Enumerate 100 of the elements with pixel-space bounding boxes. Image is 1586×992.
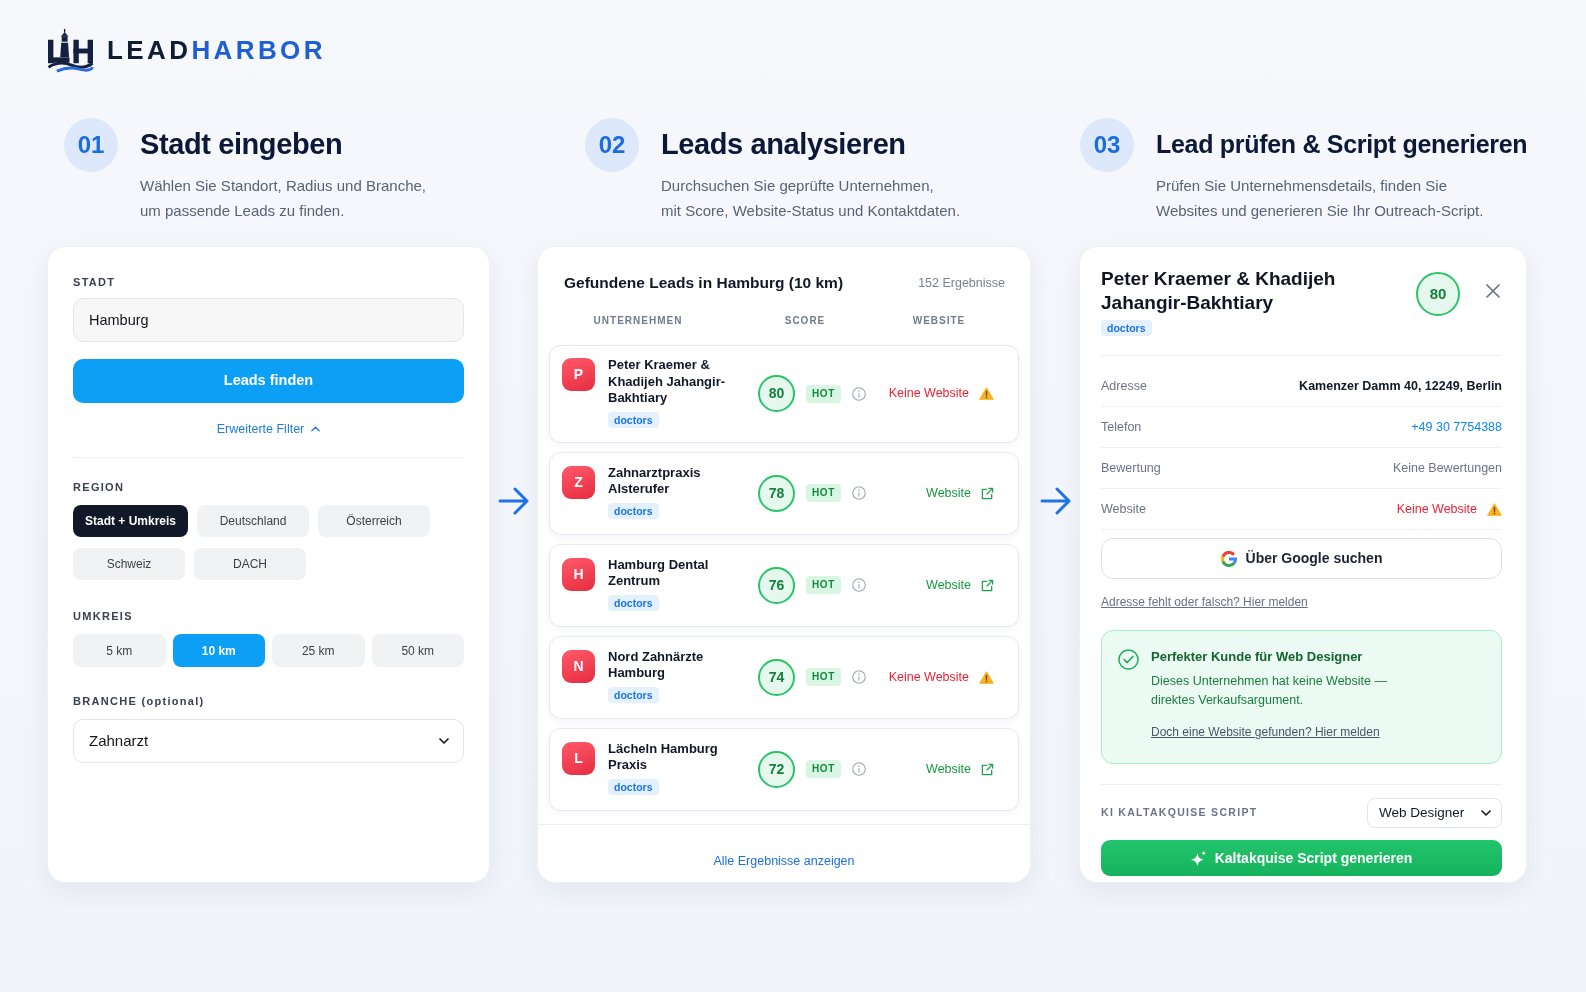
step-title: Leads analysieren [661, 127, 907, 162]
field-label: UMKREIS [73, 609, 134, 623]
step-number: 02 [585, 118, 639, 172]
region-option[interactable]: Schweiz [73, 548, 185, 580]
show-all-link[interactable]: Alle Ergebnisse anzeigen [713, 852, 855, 869]
results-count: 152 Ergebnisse [918, 274, 1005, 292]
category-tag: doctors [608, 594, 659, 611]
field-label: Bewertung [1101, 459, 1161, 477]
report-link[interactable]: Adresse fehlt oder falsch? Hier melden [1101, 594, 1308, 610]
company-name: Peter Kraemer & Khadijeh Jahangir-Bakhtiary [608, 357, 727, 407]
website-status: Keine Website [888, 385, 969, 403]
external-link-icon [981, 486, 994, 500]
lead-row[interactable]: N Nord Zahnärzte Hamburg doctors 74 HOT Keine Website [549, 635, 1019, 719]
google-search-button[interactable]: Über Google suchen [1101, 538, 1502, 579]
field-label: REGION [73, 480, 126, 494]
external-link-icon [981, 762, 994, 776]
region-option[interactable]: Deutschland [197, 505, 310, 537]
close-button[interactable] [1486, 284, 1500, 298]
company-name: Lächeln Hamburg Praxis [608, 740, 719, 774]
column-header: WEBSITE [911, 314, 967, 328]
website-link[interactable]: Website [926, 759, 971, 779]
recommendation-text: Dieses Unternehmen hat keine Website — direktes Verkaufsargument. [1151, 673, 1387, 709]
info-icon [851, 578, 866, 592]
category-tag: doctors [608, 778, 659, 795]
category-tag: doctors [608, 686, 659, 703]
category-tag: doctors [608, 411, 659, 428]
score-indicator: 78 [758, 474, 795, 512]
report-link[interactable]: Doch eine Website gefunden? Hier melden [1151, 724, 1380, 740]
score-indicator: 76 [758, 566, 795, 604]
check-circle-icon [1118, 649, 1139, 670]
advanced-filters-toggle[interactable]: Erweiterte Filter [216, 420, 321, 438]
warning-icon [979, 670, 994, 684]
avatar-initial: N [562, 649, 595, 683]
hot-badge: HOT [806, 484, 841, 502]
step-title: Lead prüfen & Script generieren [1156, 129, 1528, 160]
hot-badge: HOT [806, 760, 841, 778]
lighthouse-logo-icon [47, 27, 94, 73]
step-description: Durchsuchen Sie geprüfte Unternehmen, mit Score, Website-Status und Kontaktdaten. [661, 176, 961, 221]
company-name: Zahnarztpraxis Alsterufer [608, 464, 702, 498]
avatar-initial: P [562, 358, 595, 391]
step-title: Stadt eingeben [140, 127, 344, 162]
close-icon [1486, 284, 1500, 298]
g-logo-icon [1220, 550, 1237, 567]
company-name: Hamburg Dental Zentrum [608, 556, 710, 590]
score-indicator: 72 [758, 750, 795, 788]
info-icon [851, 670, 866, 684]
website-link[interactable]: Website [926, 483, 971, 503]
radius-option[interactable]: 50 km [371, 634, 464, 667]
sparkle-icon [1190, 850, 1206, 866]
field-label: BRANCHE (optional) [73, 694, 206, 708]
column-header: UNTERNEHMEN [592, 314, 684, 328]
lead-row[interactable]: P Peter Kraemer & Khadijeh Jahangir-Bakhtiary doctors 80 HOT Keine Website [549, 345, 1019, 443]
category-tag: doctors [1101, 320, 1152, 336]
region-option[interactable]: Stadt + Umkreis [73, 505, 189, 537]
field-label: Website [1101, 500, 1146, 518]
region-option[interactable]: DACH [194, 548, 306, 580]
lead-row[interactable]: H Hamburg Dental Zentrum doctors 76 HOT Website [549, 543, 1019, 627]
warning-icon [979, 387, 994, 401]
hot-badge: HOT [806, 384, 841, 403]
field-value: Kamenzer Damm 40, 12249, Berlin [1299, 377, 1502, 395]
info-icon [851, 762, 866, 776]
column-header: SCORE [783, 314, 827, 328]
chevron-down-icon [1481, 810, 1491, 816]
region-option[interactable]: Österreich [318, 505, 431, 537]
website-link[interactable]: Website [926, 575, 971, 595]
role-select[interactable]: Web Designer [1367, 798, 1502, 828]
company-name: Peter Kraemer & Khadijeh Jahangir-Bakhtiary [1101, 267, 1337, 315]
company-name: Nord Zahnärzte Hamburg [608, 648, 705, 682]
warning-icon [1487, 502, 1502, 516]
chevron-down-icon [439, 738, 449, 744]
step-description: Wählen Sie Standort, Radius und Branche, um passende Leads zu finden. [140, 176, 426, 221]
field-label: Telefon [1101, 418, 1142, 436]
avatar-initial: Z [562, 465, 595, 499]
score-indicator: 74 [758, 658, 795, 696]
hot-badge: HOT [806, 576, 841, 594]
industry-select[interactable]: Zahnarzt [73, 719, 464, 763]
phone-link[interactable]: +49 30 7754388 [1411, 417, 1502, 437]
hot-badge: HOT [806, 668, 841, 686]
brand-wordmark: LEAD HARBOR [107, 35, 326, 65]
website-status: Keine Website [1396, 500, 1477, 518]
step-description: Prüfen Sie Unternehmensdetails, finden Sie Websites und generieren Sie Ihr Outreach-Script. [1156, 176, 1485, 221]
info-icon [851, 386, 866, 401]
arrow-right-icon [1039, 487, 1071, 515]
field-label: Adresse [1101, 377, 1147, 395]
lead-row[interactable]: L Lächeln Hamburg Praxis doctors 72 HOT Website [549, 727, 1019, 811]
step-number: 03 [1080, 118, 1134, 172]
results-title: Gefundene Leads in Hamburg (10 km) [564, 273, 844, 293]
score-indicator: 80 [758, 375, 795, 413]
field-value: Keine Bewertungen [1392, 459, 1502, 477]
field-label: STADT [73, 275, 117, 289]
recommendation-title: Perfekter Kunde für Web Designer [1151, 648, 1364, 665]
score-indicator: 80 [1416, 272, 1460, 316]
arrow-right-icon [498, 487, 529, 515]
radius-option[interactable]: 5 km [73, 634, 166, 667]
radius-option[interactable]: 25 km [272, 634, 365, 667]
lead-row[interactable]: Z Zahnarztpraxis Alsterufer doctors 78 HOT Website [549, 451, 1019, 535]
city-input-field[interactable]: Hamburg [73, 298, 464, 342]
category-tag: doctors [608, 502, 659, 519]
step-number: 01 [64, 118, 118, 172]
website-status: Keine Website [888, 668, 969, 686]
